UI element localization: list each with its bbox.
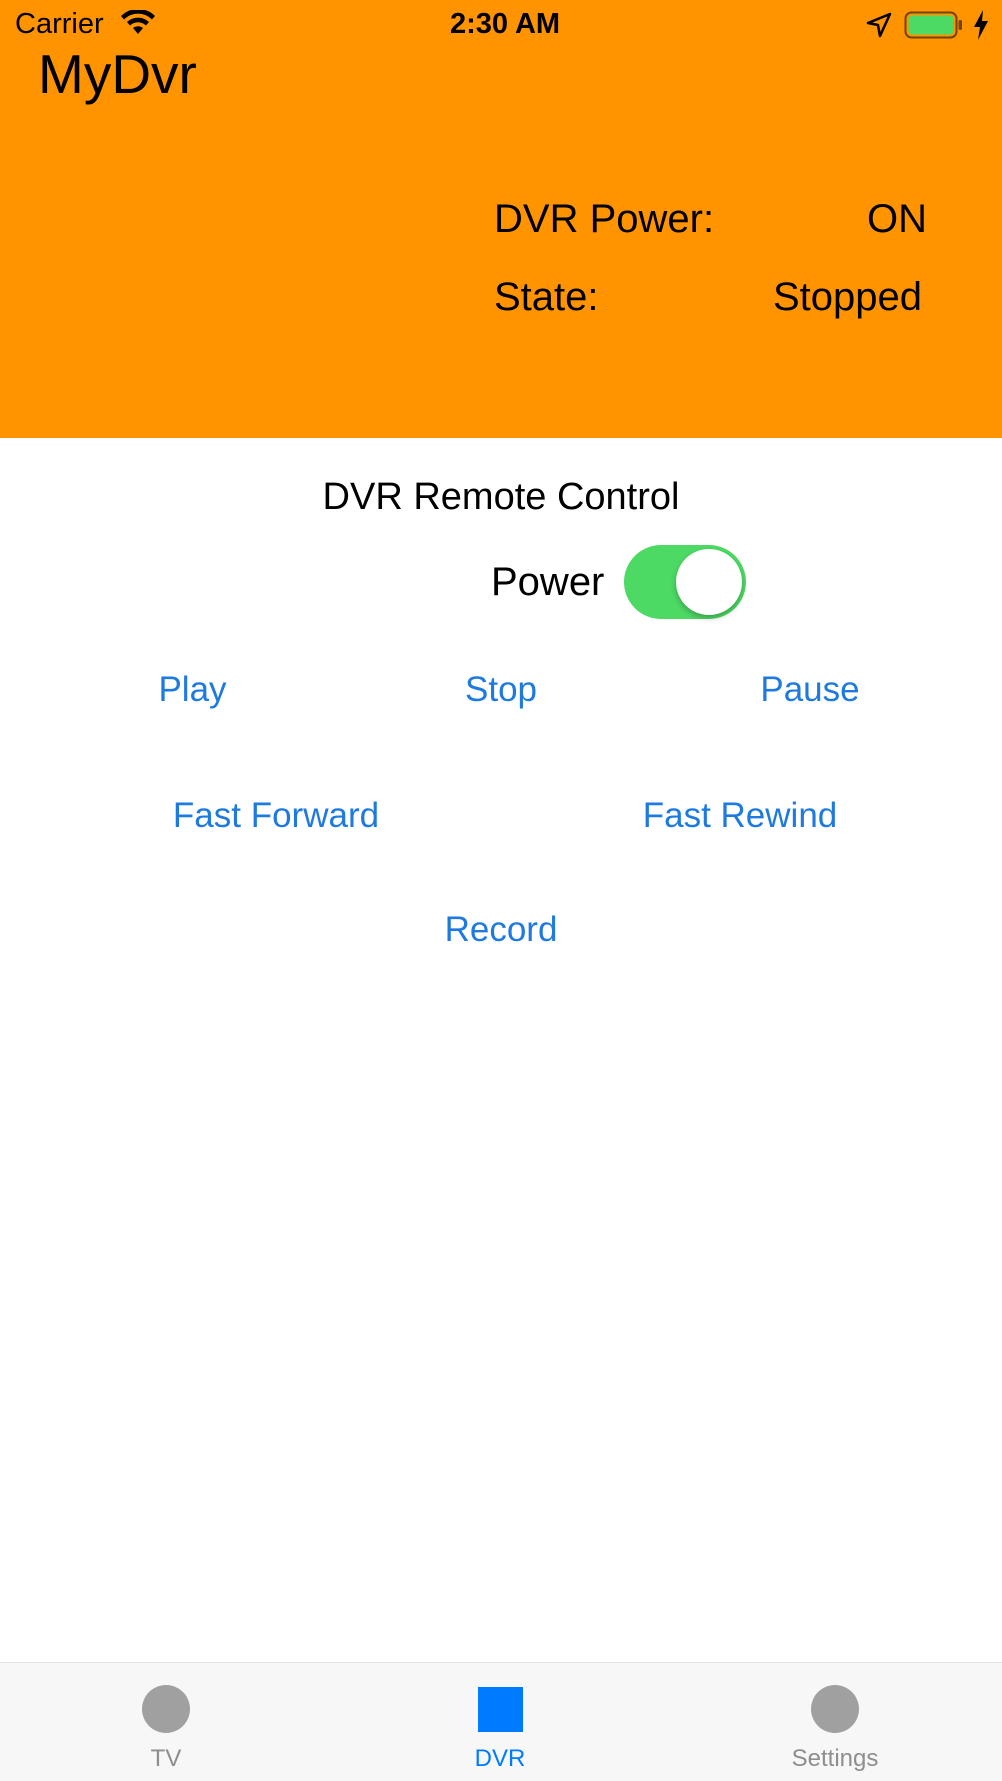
- pause-button[interactable]: Pause: [745, 670, 875, 710]
- location-icon: [866, 12, 892, 38]
- power-toggle[interactable]: [624, 545, 746, 619]
- screen: Carrier 2:30 AM MyDvr DVR Power: ON Stat…: [0, 0, 1002, 1781]
- power-label: Power: [491, 560, 605, 604]
- tab-settings-label: Settings: [791, 1745, 879, 1772]
- tab-tv-label: TV: [150, 1745, 182, 1772]
- dvr-power-label: DVR Power:: [494, 197, 715, 241]
- toggle-knob: [676, 549, 742, 615]
- state-label: State:: [494, 275, 599, 319]
- remote-control-title: DVR Remote Control: [322, 476, 680, 518]
- stop-button[interactable]: Stop: [441, 670, 561, 710]
- record-button[interactable]: Record: [431, 910, 571, 950]
- tab-bar: TV DVR Settings: [0, 1662, 1002, 1781]
- tab-dvr-label: DVR: [474, 1745, 526, 1772]
- app-title: MyDvr: [38, 43, 197, 105]
- state-value: Stopped: [772, 275, 922, 319]
- tv-tab-circle-icon: [142, 1685, 190, 1733]
- fast-forward-button[interactable]: Fast Forward: [150, 796, 402, 836]
- battery-icon: [904, 11, 962, 39]
- status-time: 2:30 AM: [449, 8, 561, 40]
- tab-tv[interactable]: TV: [66, 1663, 266, 1781]
- charging-icon: [974, 10, 988, 40]
- play-button[interactable]: Play: [130, 670, 255, 710]
- fast-rewind-button[interactable]: Fast Rewind: [620, 796, 860, 836]
- header: Carrier 2:30 AM MyDvr DVR Power: ON Stat…: [0, 0, 1002, 438]
- dvr-tab-square-icon: [478, 1687, 523, 1732]
- settings-tab-circle-icon: [811, 1685, 859, 1733]
- tab-dvr[interactable]: DVR: [400, 1663, 600, 1781]
- tab-settings[interactable]: Settings: [735, 1663, 935, 1781]
- dvr-power-value: ON: [867, 197, 927, 241]
